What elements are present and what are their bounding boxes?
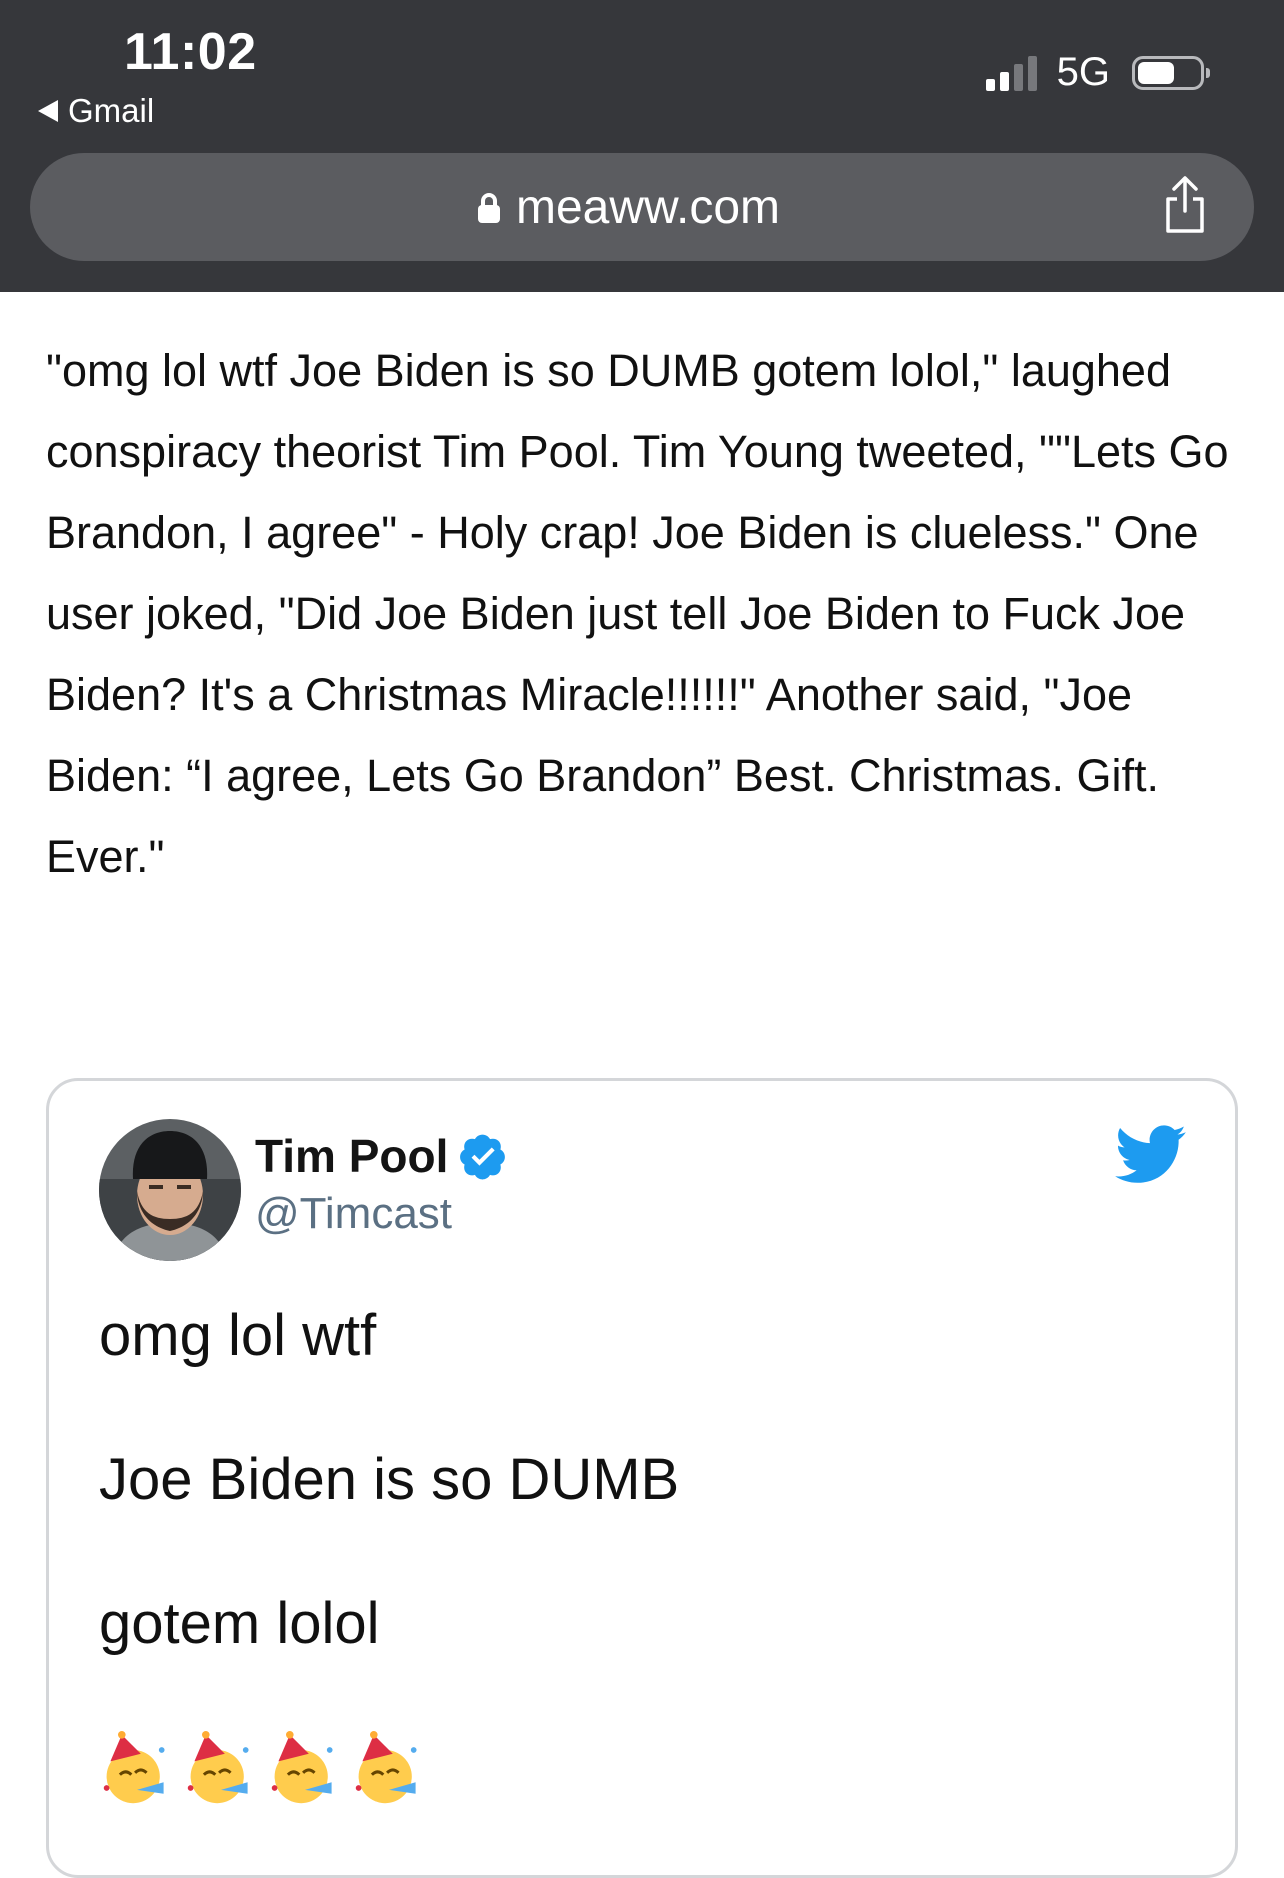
- tweet-body: omg lol wtf Joe Biden is so DUMB gotem l…: [99, 1301, 679, 1733]
- lock-icon: [477, 193, 500, 223]
- tweet-line: omg lol wtf: [99, 1303, 377, 1368]
- article-paragraph: "omg lol wtf Joe Biden is so DUMB gotem …: [46, 345, 1229, 882]
- share-icon[interactable]: [1162, 175, 1208, 235]
- partying-face-icon: [187, 1731, 249, 1804]
- twitter-bird-icon[interactable]: [1115, 1125, 1187, 1185]
- partying-face-icon: [103, 1731, 165, 1804]
- partying-face-icon: [271, 1731, 333, 1804]
- embedded-tweet[interactable]: Tim Pool @Timcast omg lol wtf Joe Biden …: [46, 1078, 1238, 1878]
- tweet-line: gotem lolol: [99, 1591, 380, 1656]
- back-app-label: Gmail: [68, 92, 155, 129]
- cellular-signal-icon: [985, 55, 1037, 91]
- author-handle: @Timcast: [255, 1189, 453, 1238]
- verified-badge-icon: [460, 1134, 506, 1180]
- status-time: 11:02: [124, 23, 257, 81]
- network-type: 5G: [1056, 50, 1110, 94]
- battery-icon: [1132, 55, 1210, 90]
- tweet-author[interactable]: Tim Pool @Timcast: [255, 1129, 508, 1239]
- avatar[interactable]: [99, 1119, 241, 1261]
- browser-chrome: 11:02 Gmail 5G meaww.com: [0, 0, 1284, 292]
- tweet-line: Joe Biden is so DUMB: [99, 1447, 680, 1512]
- back-arrow-icon: [38, 100, 58, 122]
- author-name: Tim Pool: [255, 1130, 449, 1182]
- partying-face-icon: [355, 1731, 417, 1804]
- address-bar[interactable]: meaww.com: [30, 153, 1254, 261]
- url-text: meaww.com: [515, 180, 781, 234]
- tweet-emojis: [99, 1731, 427, 1807]
- back-to-app-button[interactable]: Gmail: [38, 92, 154, 130]
- status-indicators: 5G: [985, 50, 1210, 95]
